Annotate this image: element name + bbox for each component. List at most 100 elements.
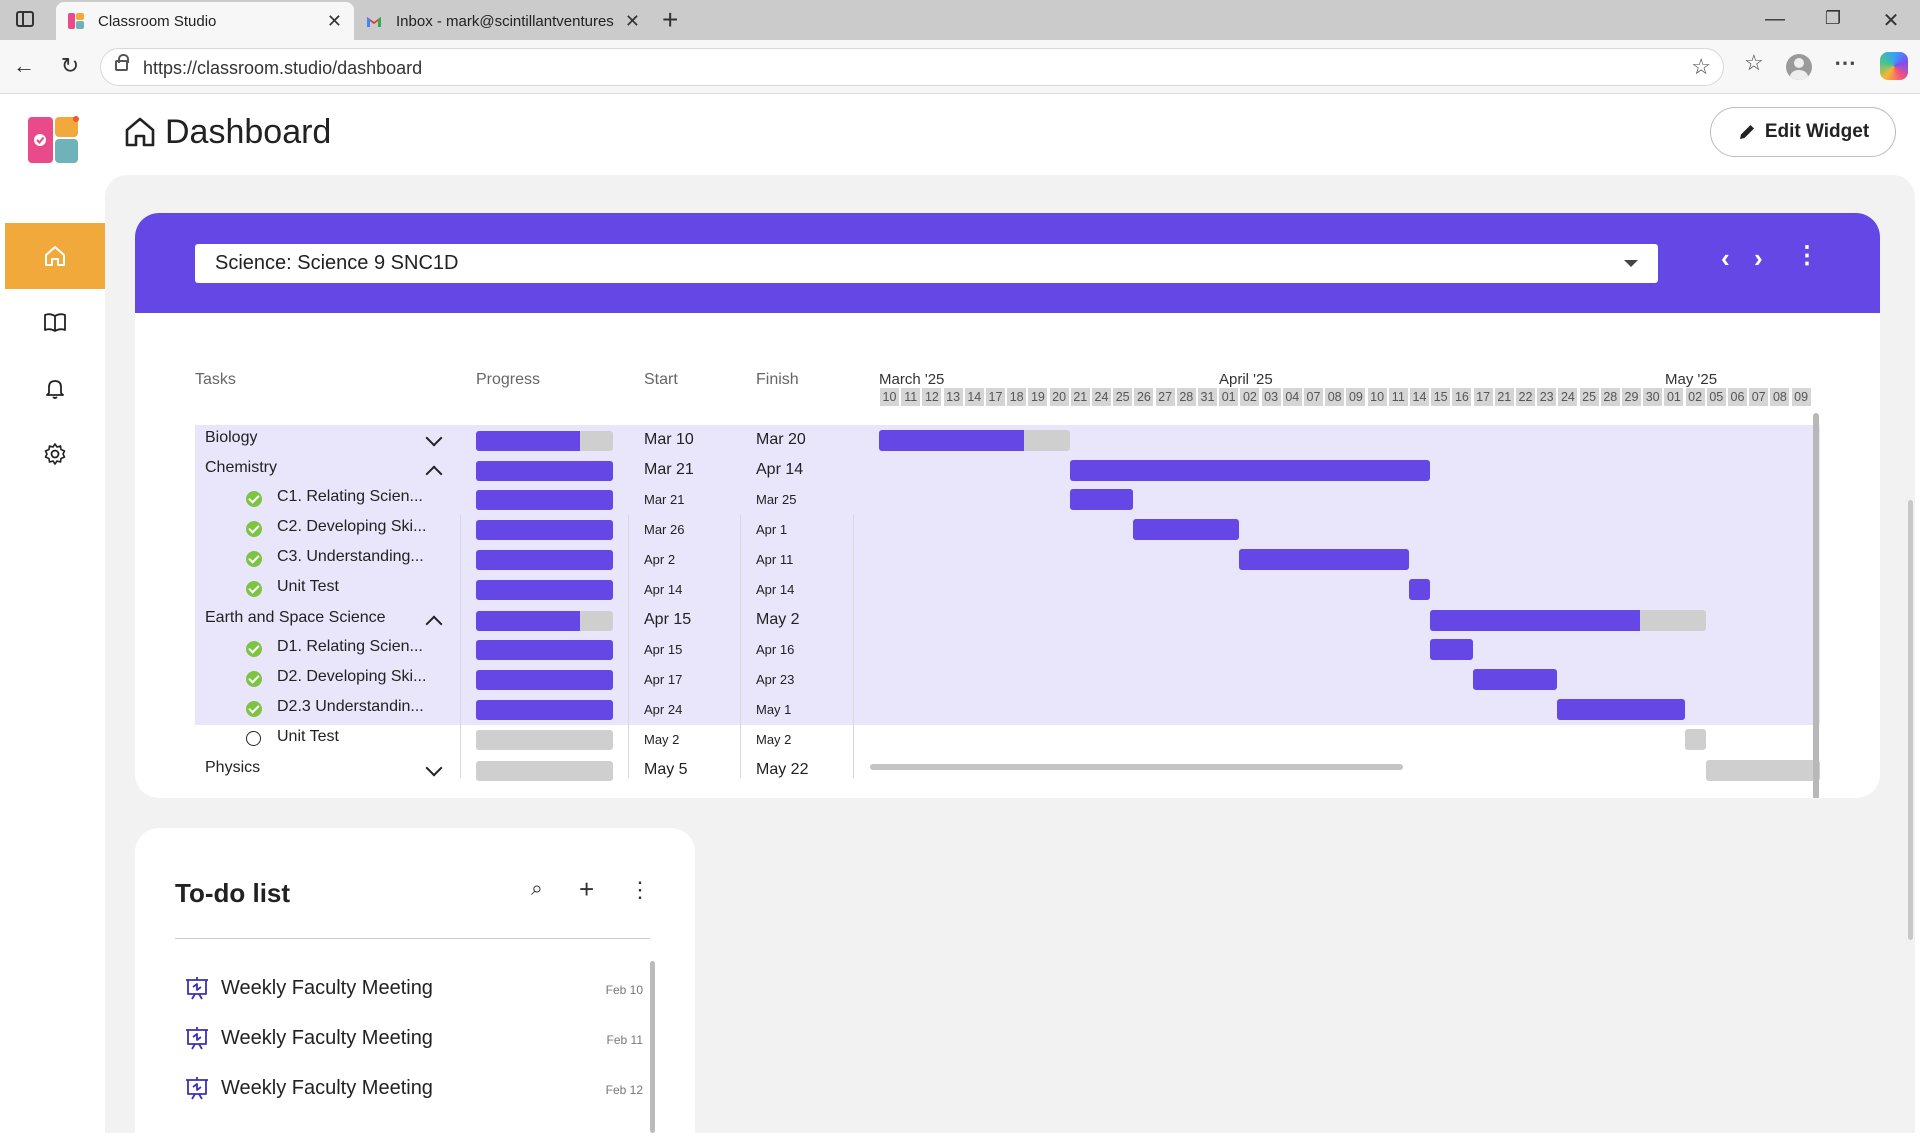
task-label[interactable]: Unit Test [277, 578, 339, 596]
todo-item[interactable]: Weekly Faculty Meeting Feb 12 [183, 1071, 643, 1107]
day-cell: 14 [1410, 388, 1429, 406]
browser-tab-strip: Classroom Studio ✕ Inbox - mark@scintill… [0, 0, 1920, 40]
nav-item-notifications[interactable] [5, 355, 105, 421]
restore-icon[interactable]: ❐ [1818, 8, 1848, 29]
check-circle-icon[interactable] [246, 701, 262, 717]
progress-bar [476, 461, 613, 481]
check-circle-icon[interactable] [246, 581, 262, 597]
close-tab-icon[interactable]: ✕ [625, 11, 640, 32]
check-circle-icon[interactable] [246, 491, 262, 507]
nav-item-home[interactable] [5, 223, 105, 289]
todo-item[interactable]: Weekly Faculty Meeting Feb 11 [183, 1021, 643, 1057]
task-label[interactable]: D1. Relating Scien... [277, 638, 423, 656]
finish-date: Mar 25 [756, 492, 797, 507]
gantt-bar-fill [1430, 610, 1640, 631]
close-tab-icon[interactable]: ✕ [327, 11, 342, 32]
favorites-icon[interactable]: ☆ [1744, 50, 1764, 76]
gantt-bar[interactable] [1705, 760, 1820, 781]
check-circle-icon[interactable] [246, 671, 262, 687]
gantt-bar[interactable] [1069, 460, 1431, 481]
add-icon[interactable]: + [579, 874, 594, 905]
gantt-bar[interactable] [1472, 669, 1558, 690]
tab-classroom-studio[interactable]: Classroom Studio ✕ [56, 2, 354, 40]
edit-widget-button[interactable]: Edit Widget [1710, 107, 1896, 157]
empty-circle-icon[interactable] [246, 731, 261, 746]
day-cell: 18 [1007, 388, 1027, 406]
search-icon[interactable]: ⌕ [531, 877, 543, 901]
unit-label[interactable]: Physics [205, 759, 260, 777]
tab-inbox[interactable]: Inbox - mark@scintillantventures ✕ [354, 2, 652, 40]
day-cell: 14 [964, 388, 984, 406]
course-select[interactable]: Science: Science 9 SNC1D [195, 244, 1658, 283]
kebab-menu-icon[interactable]: ⋮ [1795, 241, 1819, 270]
minimize-icon[interactable]: — [1760, 8, 1790, 31]
profile-avatar-icon[interactable] [1786, 54, 1812, 80]
kebab-menu-icon[interactable]: ⋮ [629, 877, 651, 903]
dropdown-caret-icon[interactable] [1624, 260, 1638, 267]
close-window-icon[interactable]: ✕ [1876, 8, 1906, 33]
task-label[interactable]: D2.3 Understandin... [277, 698, 424, 716]
vertical-scrollbar[interactable] [1813, 413, 1819, 798]
page-scrollbar[interactable] [1908, 500, 1913, 940]
gantt-bar[interactable] [1069, 489, 1134, 510]
chevron-left-icon[interactable]: ‹ [1721, 243, 1730, 274]
start-date: May 5 [644, 761, 688, 778]
more-menu-icon[interactable]: ⋯ [1834, 50, 1856, 76]
lock-icon[interactable] [115, 54, 129, 71]
progress-fill [476, 550, 613, 570]
back-icon[interactable]: ← [10, 53, 38, 79]
day-cell: 02 [1685, 388, 1705, 406]
gantt-bar[interactable] [1430, 610, 1706, 631]
url-field[interactable]: https://classroom.studio/dashboard ☆ [100, 48, 1724, 86]
new-tab-icon[interactable]: + [662, 4, 678, 36]
day-cell: 30 [1643, 388, 1663, 406]
task-label[interactable]: C2. Developing Ski... [277, 518, 426, 536]
reload-icon[interactable]: ↻ [56, 53, 84, 79]
task-label[interactable]: C3. Understanding... [277, 548, 424, 566]
presentation-board-icon [186, 1077, 208, 1100]
nav-item-settings[interactable] [5, 421, 105, 487]
url-text[interactable]: https://classroom.studio/dashboard [143, 58, 422, 79]
unit-label[interactable]: Earth and Space Science [205, 609, 386, 627]
gantt-bar-fill [879, 430, 1024, 451]
progress-bar [476, 580, 613, 600]
unit-label[interactable]: Chemistry [205, 459, 277, 477]
chevron-right-icon[interactable]: › [1754, 243, 1763, 274]
check-circle-icon[interactable] [246, 521, 262, 537]
check-circle-icon[interactable] [246, 641, 262, 657]
gantt-bar[interactable] [1133, 519, 1240, 540]
task-label[interactable]: C1. Relating Scien... [277, 488, 423, 506]
expand-chevron-icon[interactable] [425, 759, 443, 777]
gantt-bar-fill [1430, 639, 1473, 660]
gantt-bar[interactable] [1557, 699, 1685, 720]
gantt-bar[interactable] [1239, 549, 1409, 570]
unit-label[interactable]: Biology [205, 429, 257, 447]
day-cell: 19 [1028, 388, 1048, 406]
finish-date: Apr 23 [756, 672, 795, 687]
gantt-bar-fill [1239, 549, 1409, 570]
day-cell: 07 [1749, 388, 1769, 406]
gantt-bar[interactable] [1409, 579, 1431, 600]
todo-item[interactable]: Weekly Faculty Meeting Feb 10 [183, 971, 643, 1007]
day-cell: 08 [1325, 388, 1345, 406]
progress-bar [476, 611, 613, 631]
gantt-bar-fill [1133, 519, 1240, 540]
copilot-icon[interactable] [1880, 52, 1908, 80]
favorite-star-icon[interactable]: ☆ [1691, 54, 1711, 80]
page-title: Dashboard [165, 113, 332, 151]
gantt-bar[interactable] [1684, 729, 1706, 750]
day-cell: 06 [1728, 388, 1747, 406]
nav-item-courses[interactable] [5, 289, 105, 355]
gantt-bar[interactable] [1430, 639, 1473, 660]
day-cell: 25 [1579, 388, 1599, 406]
gantt-bar[interactable] [879, 430, 1070, 451]
horizontal-scrollbar[interactable] [870, 764, 1403, 770]
day-cell: 08 [1770, 388, 1790, 406]
sidebar-toggle-icon[interactable] [16, 11, 34, 27]
vertical-scrollbar[interactable] [650, 961, 655, 1133]
check-circle-icon[interactable] [246, 551, 262, 567]
task-label[interactable]: D2. Developing Ski... [277, 668, 426, 686]
home-icon [125, 117, 155, 147]
task-label[interactable]: Unit Test [277, 728, 339, 746]
finish-date: Apr 16 [756, 642, 795, 657]
